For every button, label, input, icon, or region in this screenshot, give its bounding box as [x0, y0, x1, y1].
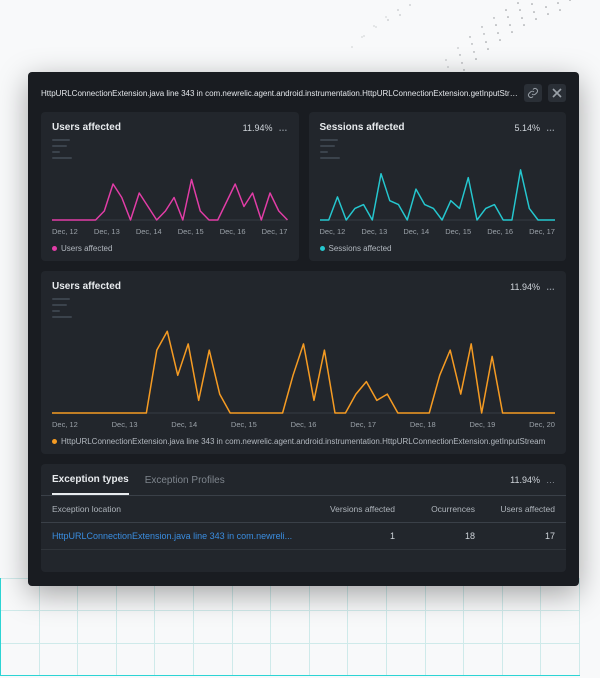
tick-label: Dec, 12 — [52, 227, 78, 236]
dashboard-panel: HttpURLConnectionExtension.java line 343… — [28, 72, 579, 586]
cell-occurrences: 18 — [395, 531, 475, 541]
tick-label: Dec, 15 — [445, 227, 471, 236]
chart-series — [52, 180, 288, 221]
tab-exception-profiles[interactable]: Exception Profiles — [145, 465, 225, 494]
tick-label: Dec, 20 — [529, 420, 555, 429]
big-chart — [52, 322, 555, 414]
tick-label: Dec, 13 — [94, 227, 120, 236]
panel-title: HttpURLConnectionExtension.java line 343… — [41, 89, 518, 98]
tick-label: Dec, 12 — [320, 227, 346, 236]
chart-series — [52, 331, 555, 413]
legend-label: Users affected — [61, 244, 112, 253]
legend: HttpURLConnectionExtension.java line 343… — [52, 437, 555, 446]
tabs: Exception types Exception Profiles 11.94… — [41, 464, 566, 496]
card-pct: 11.94% — [510, 282, 540, 292]
legend: Users affected — [52, 244, 288, 253]
card-title: Sessions affected — [320, 122, 405, 133]
legend-dot — [52, 439, 57, 444]
tick-label: Dec, 16 — [487, 227, 513, 236]
users-affected-card: Users affected 11.94% … Dec, 12Dec, 13De… — [41, 112, 299, 261]
tick-label: Dec, 14 — [171, 420, 197, 429]
cell-versions: 1 — [315, 531, 395, 541]
card-pct: 11.94% — [243, 123, 273, 133]
tick-label: Dec, 15 — [178, 227, 204, 236]
exception-table-card: Exception types Exception Profiles 11.94… — [41, 464, 566, 572]
link-icon — [527, 87, 539, 99]
sessions-chart — [320, 163, 556, 221]
tick-label: Dec, 18 — [410, 420, 436, 429]
tick-label: Dec, 13 — [112, 420, 138, 429]
card-title: Users affected — [52, 122, 121, 133]
legend-label: HttpURLConnectionExtension.java line 343… — [61, 437, 545, 446]
table-pct: 11.94% — [510, 475, 540, 485]
cell-users: 17 — [475, 531, 555, 541]
tick-label: Dec, 15 — [231, 420, 257, 429]
tick-label: Dec, 17 — [262, 227, 288, 236]
card-menu[interactable]: … — [546, 282, 555, 292]
table-menu[interactable]: … — [546, 475, 555, 485]
x-axis: Dec, 12 Dec, 13 Dec, 14 Dec, 15 Dec, 16 Dec, … — [52, 420, 555, 429]
card-menu[interactable]: … — [279, 123, 288, 133]
legend-dot — [320, 246, 325, 251]
x-axis: Dec, 12 Dec, 13 Dec, 14 Dec, 15 Dec, 16 Dec, … — [320, 227, 556, 236]
card-menu[interactable]: … — [546, 123, 555, 133]
placeholder — [52, 139, 288, 159]
decorative-grid — [0, 578, 580, 676]
tick-label: Dec, 14 — [403, 227, 429, 236]
tick-label: Dec, 14 — [136, 227, 162, 236]
tick-label: Dec, 16 — [220, 227, 246, 236]
col-location: Exception location — [52, 504, 315, 514]
chart-series — [320, 170, 556, 220]
cell-location[interactable]: HttpURLConnectionExtension.java line 343… — [52, 531, 315, 541]
users-affected-big-card: Users affected 11.94% … Dec, 12Dec, 13De… — [41, 271, 566, 454]
sessions-affected-card: Sessions affected 5.14% … Dec, 12 Dec, 13… — [309, 112, 567, 261]
tick-label: Dec, 16 — [291, 420, 317, 429]
card-pct: 5.14% — [514, 123, 540, 133]
tick-label: Dec, 12 — [52, 420, 78, 429]
link-button[interactable] — [524, 84, 542, 102]
tick-label: Dec, 17 — [529, 227, 555, 236]
col-versions: Versions affected — [315, 504, 395, 514]
tick-label: Dec, 13 — [361, 227, 387, 236]
tick-label: Dec, 17 — [350, 420, 376, 429]
table-header: Exception location Versions affected Ocu… — [41, 496, 566, 523]
col-occurrences: Ocurrences — [395, 504, 475, 514]
x-axis: Dec, 12 Dec, 13 Dec, 14 Dec, 15 Dec, 16 Dec, … — [52, 227, 288, 236]
tick-label: Dec, 19 — [469, 420, 495, 429]
panel-header: HttpURLConnectionExtension.java line 343… — [41, 84, 566, 102]
legend: Sessions affected — [320, 244, 556, 253]
placeholder — [320, 139, 556, 159]
users-chart — [52, 163, 288, 221]
legend-dot — [52, 246, 57, 251]
col-users: Users affected — [475, 504, 555, 514]
legend-label: Sessions affected — [329, 244, 392, 253]
close-icon — [552, 88, 562, 98]
card-title: Users affected — [52, 281, 121, 292]
table-row: HttpURLConnectionExtension.java line 343… — [41, 523, 566, 550]
tab-exception-types[interactable]: Exception types — [52, 464, 129, 495]
close-button[interactable] — [548, 84, 566, 102]
placeholder — [52, 298, 555, 318]
small-cards-row: Users affected 11.94% … Dec, 12Dec, 13De… — [41, 112, 566, 261]
